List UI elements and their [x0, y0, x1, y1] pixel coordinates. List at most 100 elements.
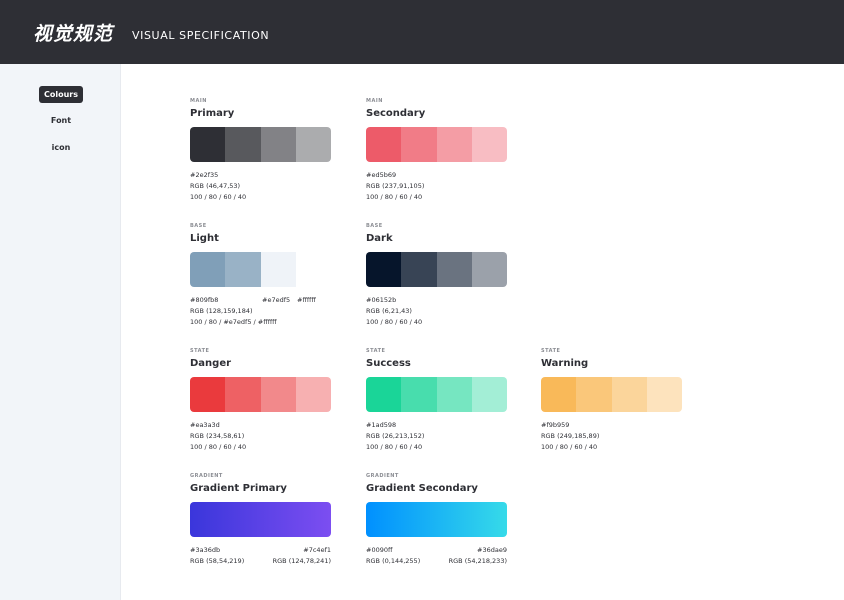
- opacity-steps: 100 / 80 / 60 / 40: [366, 443, 423, 451]
- category-label: MAIN: [190, 98, 207, 104]
- sidebar-item-icon[interactable]: icon: [39, 139, 83, 156]
- swatch-80[interactable]: [225, 377, 261, 412]
- swatch-40[interactable]: [646, 377, 682, 412]
- header: 视觉规范 VISUAL SPECIFICATION: [0, 0, 844, 64]
- palette-name: Success: [366, 358, 411, 369]
- gradient-swatch[interactable]: [366, 502, 507, 537]
- hex-end: #36dae9: [477, 546, 507, 554]
- swatch-60[interactable]: [436, 252, 472, 287]
- palette-danger: STATE Danger #ea3a3d RGB (234,58,61) 100…: [190, 348, 331, 453]
- swatch-strip: [190, 377, 331, 412]
- hex-value: #2e2f35: [190, 171, 219, 179]
- swatch-80[interactable]: [225, 252, 261, 287]
- swatch-strip: [541, 377, 682, 412]
- sidebar-item-font[interactable]: Font: [39, 112, 83, 129]
- rgb-end: RGB (124,78,241): [272, 557, 331, 565]
- swatch-100[interactable]: [190, 377, 226, 412]
- swatch-40[interactable]: [471, 252, 507, 287]
- hex-value: #809fb8: [190, 296, 219, 304]
- hex-start: #3a36db: [190, 546, 221, 554]
- sidebar-item-colours[interactable]: Colours: [39, 86, 83, 103]
- rgb-value: RGB (234,58,61): [190, 432, 245, 440]
- palette-gradient-secondary: GRADIENT Gradient Secondary #0090ff #36d…: [366, 473, 507, 567]
- palette-name: Secondary: [366, 108, 426, 119]
- palette-info: #2e2f35 RGB (46,47,53) 100 / 80 / 60 / 4…: [190, 170, 331, 203]
- palette-dark: BASE Dark #06152b RGB (6,21,43) 100 / 80…: [366, 223, 507, 328]
- category-label: STATE: [190, 348, 210, 354]
- palette-info: #ea3a3d RGB (234,58,61) 100 / 80 / 60 / …: [190, 420, 331, 453]
- swatch-60[interactable]: [436, 127, 472, 162]
- palette-warning: STATE Warning #f9b959 RGB (249,185,89) 1…: [541, 348, 682, 453]
- rgb-value: RGB (237,91,105): [366, 182, 425, 190]
- swatch-80[interactable]: [401, 377, 437, 412]
- swatch-60[interactable]: [260, 127, 296, 162]
- hex-value: #f9b959: [541, 421, 570, 429]
- opacity-steps: 100 / 80 / 60 / 40: [366, 318, 423, 326]
- swatch-60[interactable]: [436, 377, 472, 412]
- rgb-row: RGB (58,54,219) RGB (124,78,241): [190, 556, 331, 567]
- palette-gradient-primary: GRADIENT Gradient Primary #3a36db #7c4ef…: [190, 473, 331, 567]
- palette-info: #ed5b69 RGB (237,91,105) 100 / 80 / 60 /…: [366, 170, 507, 203]
- hex-end: #7c4ef1: [303, 546, 331, 554]
- palette-name: Dark: [366, 233, 393, 244]
- hex-value: #1ad598: [366, 421, 397, 429]
- hex-value: #ea3a3d: [190, 421, 220, 429]
- swatch-e7edf5[interactable]: [260, 252, 296, 287]
- swatch-80[interactable]: [401, 252, 437, 287]
- swatch-60[interactable]: [611, 377, 647, 412]
- swatch-strip: [366, 377, 507, 412]
- category-label: BASE: [190, 223, 207, 229]
- swatch-100[interactable]: [366, 127, 402, 162]
- rgb-row: RGB (0,144,255) RGB (54,218,233): [366, 556, 507, 567]
- swatch-100[interactable]: [190, 127, 226, 162]
- hex-value-2: #e7edf5: [262, 296, 291, 304]
- palette-info: #0090ff #36dae9 RGB (0,144,255) RGB (54,…: [366, 545, 507, 567]
- swatch-100[interactable]: [541, 377, 577, 412]
- category-label: STATE: [541, 348, 561, 354]
- hex-value: #ed5b69: [366, 171, 397, 179]
- swatch-100[interactable]: [366, 252, 402, 287]
- hex-row: #3a36db #7c4ef1: [190, 545, 331, 556]
- swatch-80[interactable]: [225, 127, 261, 162]
- palette-success: STATE Success #1ad598 RGB (26,213,152) 1…: [366, 348, 507, 453]
- gradient-swatch[interactable]: [190, 502, 331, 537]
- swatch-ffffff[interactable]: [295, 252, 331, 287]
- palette-info: #1ad598 RGB (26,213,152) 100 / 80 / 60 /…: [366, 420, 507, 453]
- swatch-strip: [366, 252, 507, 287]
- opacity-steps: 100 / 80 / #e7edf5 / #ffffff: [190, 318, 277, 326]
- palette-info: #809fb8 #e7edf5 #ffffff RGB (128,159,184…: [190, 295, 331, 328]
- swatch-strip: [190, 127, 331, 162]
- swatch-60[interactable]: [260, 377, 296, 412]
- rgb-value: RGB (128,159,184): [190, 307, 253, 315]
- opacity-steps: 100 / 80 / 60 / 40: [366, 193, 423, 201]
- rgb-start: RGB (58,54,219): [190, 557, 245, 565]
- hex-value-3: #ffffff: [297, 296, 316, 304]
- page-subtitle: VISUAL SPECIFICATION: [132, 29, 270, 42]
- hex-start: #0090ff: [366, 546, 393, 554]
- rgb-start: RGB (0,144,255): [366, 557, 421, 565]
- swatch-80[interactable]: [576, 377, 612, 412]
- swatch-100[interactable]: [190, 252, 226, 287]
- palette-name: Gradient Secondary: [366, 483, 478, 494]
- swatch-40[interactable]: [471, 127, 507, 162]
- palette-info: #3a36db #7c4ef1 RGB (58,54,219) RGB (124…: [190, 545, 331, 567]
- swatch-strip: [366, 127, 507, 162]
- rgb-end: RGB (54,218,233): [448, 557, 507, 565]
- hex-row: #809fb8 #e7edf5 #ffffff: [190, 295, 331, 306]
- rgb-value: RGB (249,185,89): [541, 432, 600, 440]
- swatch-40[interactable]: [295, 127, 331, 162]
- sidebar: Colours Font icon: [0, 64, 121, 600]
- swatch-40[interactable]: [471, 377, 507, 412]
- rgb-value: RGB (46,47,53): [190, 182, 241, 190]
- swatch-40[interactable]: [295, 377, 331, 412]
- rgb-value: RGB (6,21,43): [366, 307, 412, 315]
- category-label: GRADIENT: [190, 473, 223, 479]
- palette-info: #06152b RGB (6,21,43) 100 / 80 / 60 / 40: [366, 295, 507, 328]
- swatch-80[interactable]: [401, 127, 437, 162]
- hex-row: #0090ff #36dae9: [366, 545, 507, 556]
- palette-name: Gradient Primary: [190, 483, 287, 494]
- page-title: 视觉规范: [33, 23, 114, 45]
- rgb-value: RGB (26,213,152): [366, 432, 425, 440]
- swatch-100[interactable]: [366, 377, 402, 412]
- palette-secondary: MAIN Secondary #ed5b69 RGB (237,91,105) …: [366, 98, 507, 203]
